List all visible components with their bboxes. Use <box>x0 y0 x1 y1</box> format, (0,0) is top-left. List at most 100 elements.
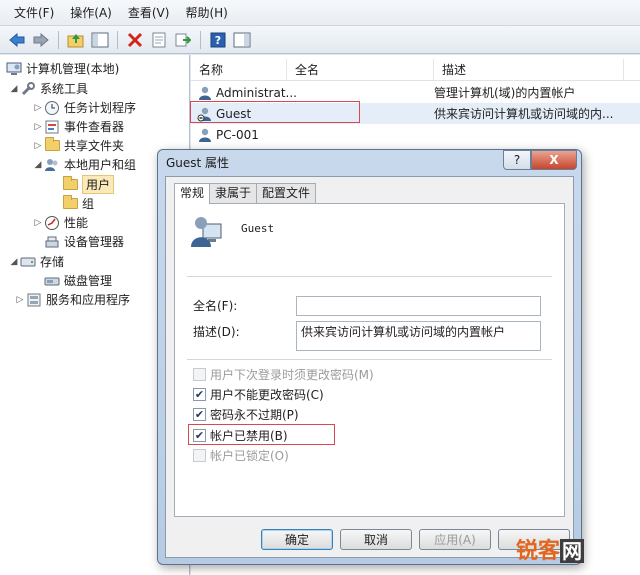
toolbar: ? <box>0 26 640 54</box>
column-header-name[interactable]: 名称 <box>191 59 287 81</box>
checkmark-icon[interactable]: ✔ <box>193 408 206 421</box>
user-icon <box>197 127 213 143</box>
expand-arrow-icon[interactable]: ▷ <box>32 122 44 132</box>
description-input[interactable]: 供来宾访问计算机或访问域的内置帐户 <box>296 321 541 351</box>
show-hide-tree-icon[interactable] <box>89 29 111 51</box>
dialog-body: 常规 隶属于 配置文件 Guest 全名(F): 描述(D): 供来宾访问计算机… <box>165 176 574 558</box>
tree-item-performance[interactable]: ▷ 性能 <box>32 213 88 232</box>
disk-icon <box>44 273 60 289</box>
device-manager-icon <box>44 234 60 250</box>
checkbox-account-locked[interactable]: 帐户已锁定(O) <box>193 447 289 464</box>
watermark-text: 网 <box>560 539 585 563</box>
expand-arrow-icon[interactable]: ▷ <box>14 295 26 305</box>
fullname-input[interactable] <box>296 296 541 316</box>
dialog-help-button[interactable]: ? <box>503 150 531 170</box>
forward-arrow-icon[interactable] <box>30 29 52 51</box>
disabled-highlight-box <box>188 424 335 445</box>
computer-management-icon <box>6 61 22 77</box>
event-log-icon <box>44 119 60 135</box>
tree-item-task-scheduler[interactable]: ▷ 任务计划程序 <box>32 98 136 117</box>
delete-icon[interactable] <box>124 29 146 51</box>
back-arrow-icon[interactable] <box>6 29 28 51</box>
shared-folder-icon <box>44 137 60 154</box>
collapse-arrow-icon[interactable]: ◢ <box>32 160 44 170</box>
tree-item-computer-management[interactable]: 计算机管理(本地) <box>6 59 119 78</box>
folder-icon <box>62 176 78 193</box>
tab-member-of[interactable]: 隶属于 <box>209 183 258 203</box>
column-header-description[interactable]: 描述 <box>434 59 624 81</box>
export-icon[interactable] <box>172 29 194 51</box>
tree-item-event-viewer[interactable]: ▷ 事件查看器 <box>32 117 124 136</box>
tab-general[interactable]: 常规 <box>174 183 211 204</box>
dialog-close-button[interactable]: X <box>531 150 577 170</box>
menu-bar: 文件(F) 操作(A) 查看(V) 帮助(H) <box>0 0 640 26</box>
tree-item-label: 本地用户和组 <box>64 158 137 172</box>
general-tab-panel: Guest 全名(F): 描述(D): 供来宾访问计算机或访问域的内置帐户 用户… <box>174 203 565 517</box>
tree-item-label: 磁盘管理 <box>64 274 113 288</box>
dialog-tabs: 常规 隶属于 配置文件 <box>174 183 317 204</box>
up-folder-icon[interactable] <box>65 29 87 51</box>
checkbox-label: 帐户已锁定(O) <box>210 449 289 463</box>
expand-arrow-icon[interactable]: ▷ <box>32 141 44 151</box>
expand-arrow-icon[interactable]: ▷ <box>32 103 44 113</box>
checkmark-icon[interactable]: ✔ <box>193 388 206 401</box>
column-header-fullname[interactable]: 全名 <box>287 59 434 81</box>
checkbox-must-change-password[interactable]: 用户下次登录时须更改密码(M) <box>193 366 374 383</box>
checkbox-password-never-expires[interactable]: ✔ 密码永不过期(P) <box>193 406 299 423</box>
tree-item-label: 设备管理器 <box>64 235 125 249</box>
user-description: 供来宾访问计算机或访问域的内... <box>434 107 614 121</box>
menu-action[interactable]: 操作(A) <box>62 0 120 26</box>
collapse-arrow-icon[interactable]: ◢ <box>8 257 20 267</box>
checkbox-label: 用户不能更改密码(C) <box>210 388 324 402</box>
list-row-administrator[interactable]: Administrat... 管理计算机(域)的内置帐户 <box>191 82 640 103</box>
checkbox-box[interactable] <box>193 368 206 381</box>
tree-item-label: 计算机管理(本地) <box>26 62 120 76</box>
tools-icon <box>20 81 36 97</box>
action-pane-icon[interactable] <box>231 29 253 51</box>
tree-item-storage[interactable]: ◢ 存储 <box>8 252 64 271</box>
menu-view[interactable]: 查看(V) <box>120 0 178 26</box>
cancel-button[interactable]: 取消 <box>340 529 412 550</box>
tree-item-system-tools[interactable]: ◢ 系统工具 <box>8 79 88 98</box>
apply-button[interactable]: 应用(A) <box>419 529 491 550</box>
tree-item-groups[interactable]: 组 <box>62 194 94 213</box>
checkbox-cannot-change-password[interactable]: ✔ 用户不能更改密码(C) <box>193 386 324 403</box>
user-name: PC-001 <box>216 127 259 142</box>
tab-profile[interactable]: 配置文件 <box>256 183 317 203</box>
help-icon[interactable]: ? <box>207 29 229 51</box>
tree-item-users[interactable]: 用户 <box>62 175 115 194</box>
checkbox-box[interactable] <box>193 449 206 462</box>
storage-icon <box>20 254 36 270</box>
menu-file[interactable]: 文件(F) <box>6 0 62 26</box>
user-icon <box>197 85 213 101</box>
properties-icon[interactable] <box>148 29 170 51</box>
svg-text:?: ? <box>215 34 221 47</box>
toolbar-separator <box>117 30 118 49</box>
toolbar-separator <box>200 30 201 49</box>
toolbar-separator <box>58 30 59 49</box>
fullname-label: 全名(F): <box>193 299 238 313</box>
tree-item-label: 性能 <box>64 216 89 230</box>
performance-icon <box>44 215 60 231</box>
tree-item-shared-folders[interactable]: ▷ 共享文件夹 <box>32 136 124 155</box>
user-account-icon <box>191 214 223 248</box>
collapse-arrow-icon[interactable]: ◢ <box>8 84 20 94</box>
tree-item-local-users-groups[interactable]: ◢ 本地用户和组 <box>32 155 136 174</box>
list-row-pc001[interactable]: PC-001 <box>191 124 640 145</box>
user-name: Administrat... <box>216 85 297 100</box>
menu-help[interactable]: 帮助(H) <box>177 0 235 26</box>
watermark-logo: 锐客网 <box>516 533 585 565</box>
dialog-title: Guest 属性 <box>166 156 230 170</box>
guest-properties-dialog: Guest 属性 ? X 常规 隶属于 配置文件 Guest 全名(F): 描述… <box>157 149 582 565</box>
tree-item-label: 服务和应用程序 <box>46 293 131 307</box>
expand-arrow-icon[interactable]: ▷ <box>32 218 44 228</box>
tree-item-services-apps[interactable]: ▷ 服务和应用程序 <box>14 290 130 309</box>
users-group-icon <box>44 157 60 173</box>
tree-item-disk-management[interactable]: 磁盘管理 <box>44 271 112 290</box>
folder-icon <box>62 195 78 212</box>
tree-item-device-manager[interactable]: 设备管理器 <box>44 232 124 251</box>
ok-button[interactable]: 确定 <box>261 529 333 550</box>
guest-highlight-box <box>190 101 360 123</box>
tree-item-label: 存储 <box>40 255 65 269</box>
tree-item-label: 事件查看器 <box>64 120 125 134</box>
